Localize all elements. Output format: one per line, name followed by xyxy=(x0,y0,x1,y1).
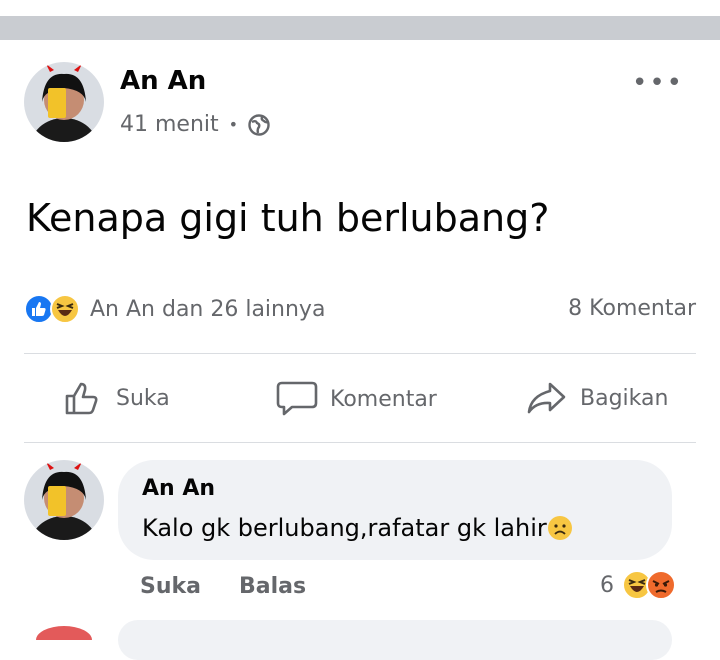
like-label: Suka xyxy=(116,385,170,411)
comment-bubble: An An Kalo gk berlubang,rafatar gk lahir xyxy=(118,460,672,560)
reactions-summary[interactable]: An An dan 26 lainnya xyxy=(24,294,325,324)
angry-icon xyxy=(646,570,676,600)
post-time[interactable]: 41 menit xyxy=(120,112,219,137)
comment-actions: Suka Balas xyxy=(140,574,306,599)
avatar[interactable] xyxy=(24,62,104,142)
haha-icon xyxy=(50,294,80,324)
share-button[interactable]: Bagikan xyxy=(526,380,668,416)
comment-text: Kalo gk berlubang,rafatar gk lahir xyxy=(142,514,547,542)
thumbs-up-icon xyxy=(65,382,98,415)
comment-count[interactable]: 8 Komentar xyxy=(568,296,696,321)
avatar[interactable] xyxy=(24,460,104,540)
comment-reactions[interactable]: 6 xyxy=(600,570,676,600)
share-icon xyxy=(527,382,566,414)
post-meta: 41 menit • xyxy=(120,112,270,137)
sad-emoji-icon xyxy=(547,516,572,540)
reactions-text[interactable]: An An dan 26 lainnya xyxy=(90,297,325,322)
feed-separator xyxy=(0,16,720,40)
avatar-image-icon xyxy=(24,62,104,142)
globe-icon xyxy=(248,113,270,136)
comment-icon xyxy=(276,381,318,416)
divider xyxy=(24,442,696,443)
previous-content-strip xyxy=(0,0,720,16)
like-button[interactable]: Suka xyxy=(64,380,170,416)
share-label: Bagikan xyxy=(580,385,669,411)
next-comment-bubble xyxy=(118,620,672,660)
comment-label: Komentar xyxy=(330,386,437,412)
meta-separator: • xyxy=(228,115,239,134)
avatar-image-icon xyxy=(24,460,104,540)
comment-reply-button[interactable]: Balas xyxy=(239,574,306,599)
next-comment-avatar[interactable] xyxy=(24,620,104,660)
more-options-icon[interactable]: ••• xyxy=(632,68,684,98)
divider xyxy=(24,353,696,354)
comment-text-row: Kalo gk berlubang,rafatar gk lahir xyxy=(142,514,573,542)
comment-reaction-count: 6 xyxy=(600,572,614,598)
comment-like-button[interactable]: Suka xyxy=(140,574,201,599)
post-author[interactable]: An An xyxy=(120,66,206,96)
post-actions: Suka Komentar Bagikan xyxy=(0,356,720,442)
comment-author[interactable]: An An xyxy=(142,476,215,501)
comment-button[interactable]: Komentar xyxy=(276,380,437,418)
avatar-image-icon xyxy=(36,626,92,654)
post-text: Kenapa gigi tuh berlubang? xyxy=(26,196,550,240)
